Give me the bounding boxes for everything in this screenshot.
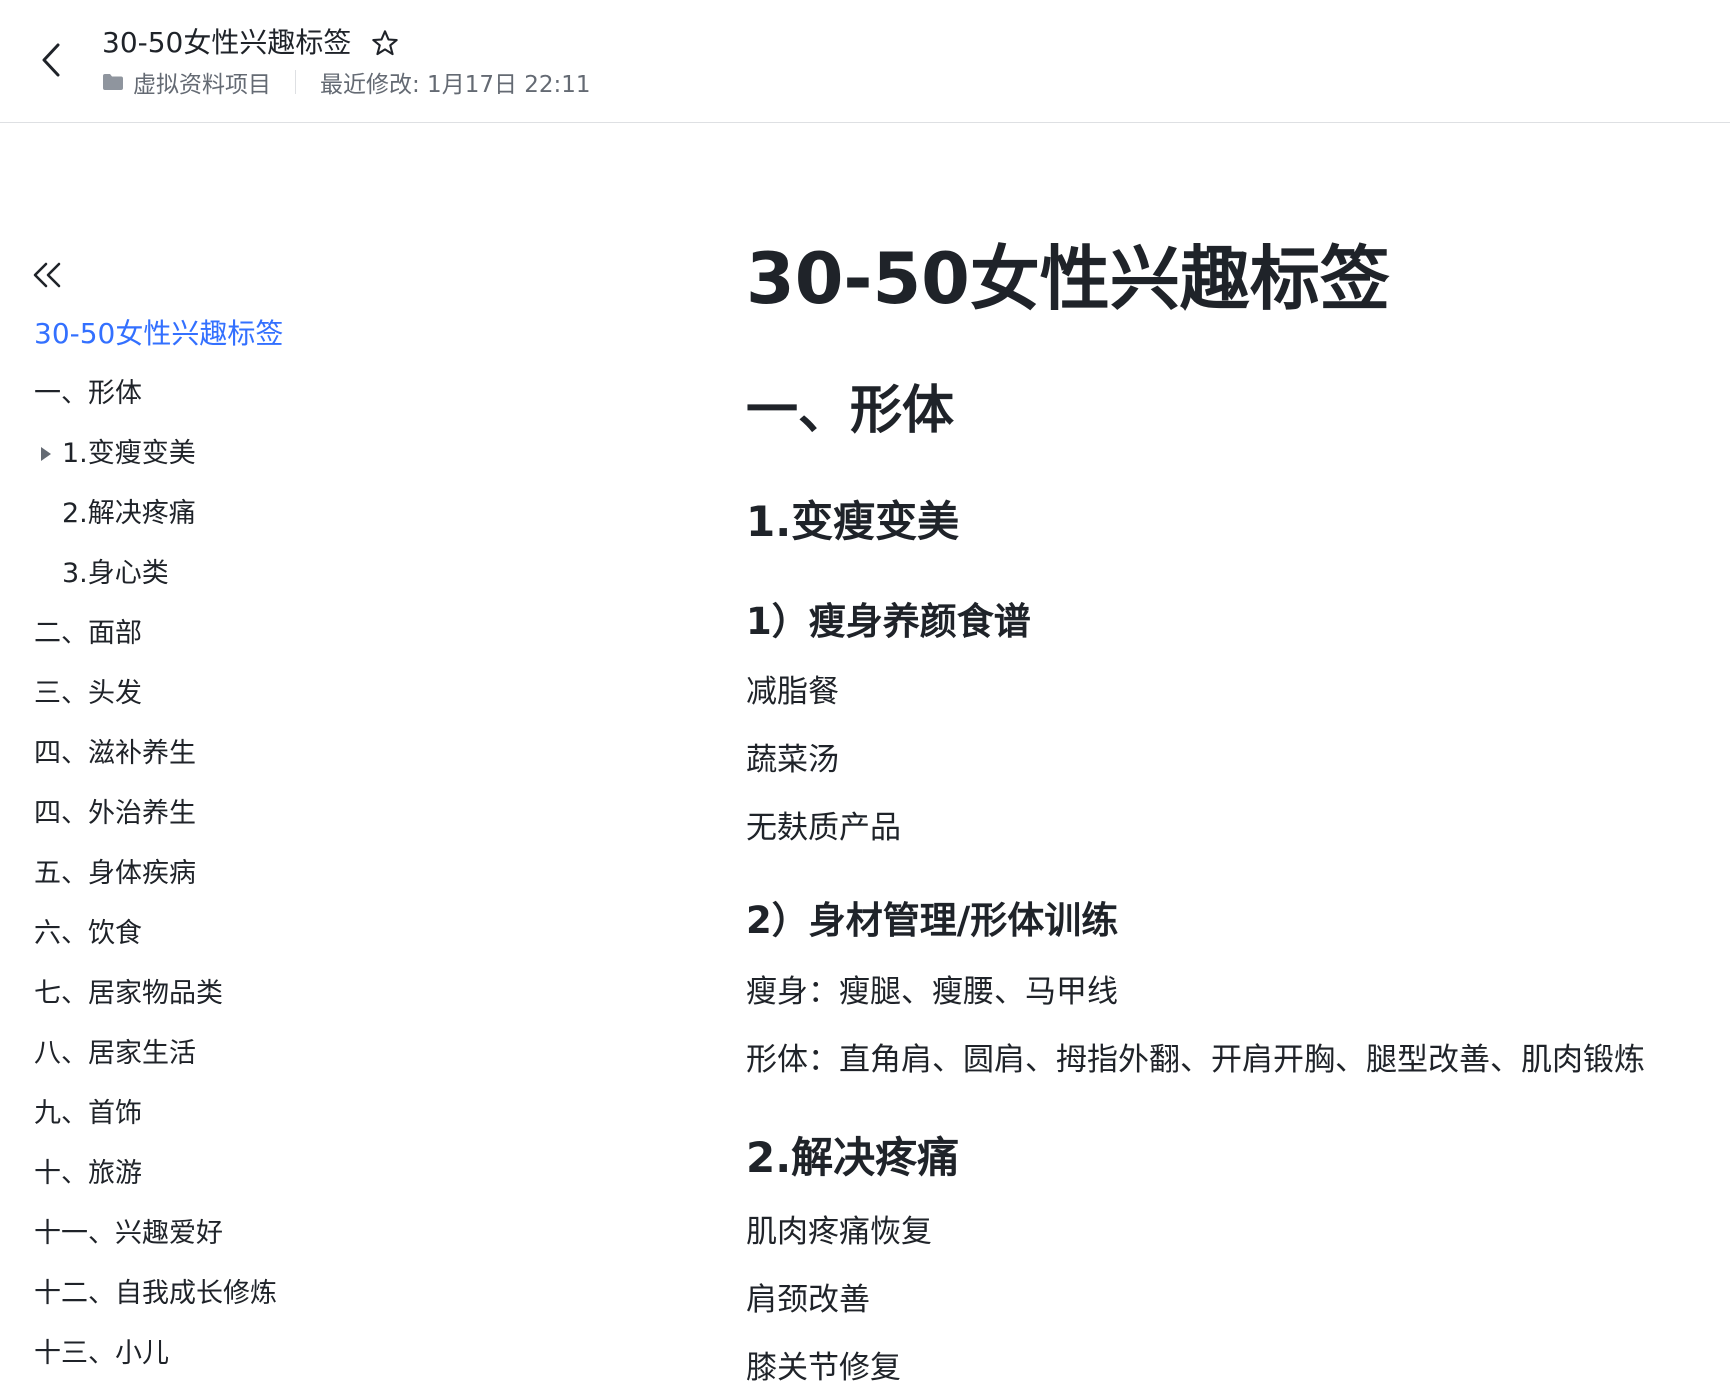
toc-item[interactable]: 四、外治养生 (34, 794, 196, 834)
double-chevron-left-icon (33, 262, 61, 288)
paragraph: 无麸质产品 (746, 810, 901, 846)
heading-2: 1.变瘦变美 (746, 497, 960, 546)
toc-item[interactable]: 一、形体 (34, 374, 142, 414)
toc-item[interactable]: 三、头发 (34, 674, 142, 714)
back-button[interactable] (34, 38, 68, 82)
star-icon (372, 30, 398, 56)
document-meta: 虚拟资料项目 最近修改: 1月17日 22:11 (102, 66, 591, 98)
toc-item[interactable]: 五、身体疾病 (34, 854, 196, 894)
toc-item[interactable]: 1.变瘦变美 (62, 434, 196, 474)
document-title: 30-50女性兴趣标签 (102, 26, 352, 59)
last-modified: 最近修改: 1月17日 22:11 (320, 72, 591, 98)
paragraph: 蔬菜汤 (746, 742, 839, 778)
toc-item[interactable]: 九、首饰 (34, 1094, 142, 1134)
toc-item[interactable]: 十、旅游 (34, 1154, 142, 1194)
heading-2: 2.解决疼痛 (746, 1133, 960, 1182)
caret-right-icon[interactable] (40, 434, 54, 474)
toc-item[interactable]: 二、面部 (34, 614, 142, 654)
toc-item[interactable]: 3.身心类 (62, 554, 169, 594)
folder-icon (102, 73, 124, 91)
toc-item[interactable]: 八、居家生活 (34, 1034, 196, 1074)
heading-1: 一、形体 (746, 381, 955, 441)
folder-link[interactable]: 虚拟资料项目 (133, 65, 271, 99)
heading-3: 1）瘦身养颜食谱 (746, 600, 1031, 643)
paragraph: 瘦身：瘦腿、瘦腰、马甲线 (746, 974, 1118, 1010)
favorite-button[interactable] (368, 26, 402, 60)
page-title: 30-50女性兴趣标签 (746, 238, 1390, 320)
toc-item[interactable]: 七、居家物品类 (34, 974, 223, 1014)
paragraph: 膝关节修复 (746, 1350, 901, 1386)
toc-item[interactable]: 十二、自我成长修炼 (34, 1274, 277, 1314)
toc-item[interactable]: 四、滋补养生 (34, 734, 196, 774)
paragraph: 形体：直角肩、圆肩、拇指外翻、开肩开胸、腿型改善、肌肉锻炼 (746, 1042, 1645, 1078)
collapse-toc-button[interactable] (30, 258, 64, 292)
paragraph: 肩颈改善 (746, 1282, 870, 1318)
chevron-left-icon (42, 43, 60, 77)
toc-item[interactable]: 2.解决疼痛 (62, 494, 196, 534)
meta-divider (295, 70, 296, 94)
top-bar: 30-50女性兴趣标签 虚拟资料项目 最近修改: 1月17日 22:11 (0, 0, 1730, 123)
heading-3: 2）身材管理/形体训练 (746, 899, 1119, 942)
toc-item[interactable]: 十三、小儿 (34, 1334, 169, 1374)
paragraph: 肌肉疼痛恢复 (746, 1214, 932, 1250)
toc-item[interactable]: 十一、兴趣爱好 (34, 1214, 223, 1254)
paragraph: 减脂餐 (746, 674, 839, 710)
toc-item[interactable]: 六、饮食 (34, 914, 142, 954)
toc-doc-title[interactable]: 30-50女性兴趣标签 (34, 314, 283, 354)
